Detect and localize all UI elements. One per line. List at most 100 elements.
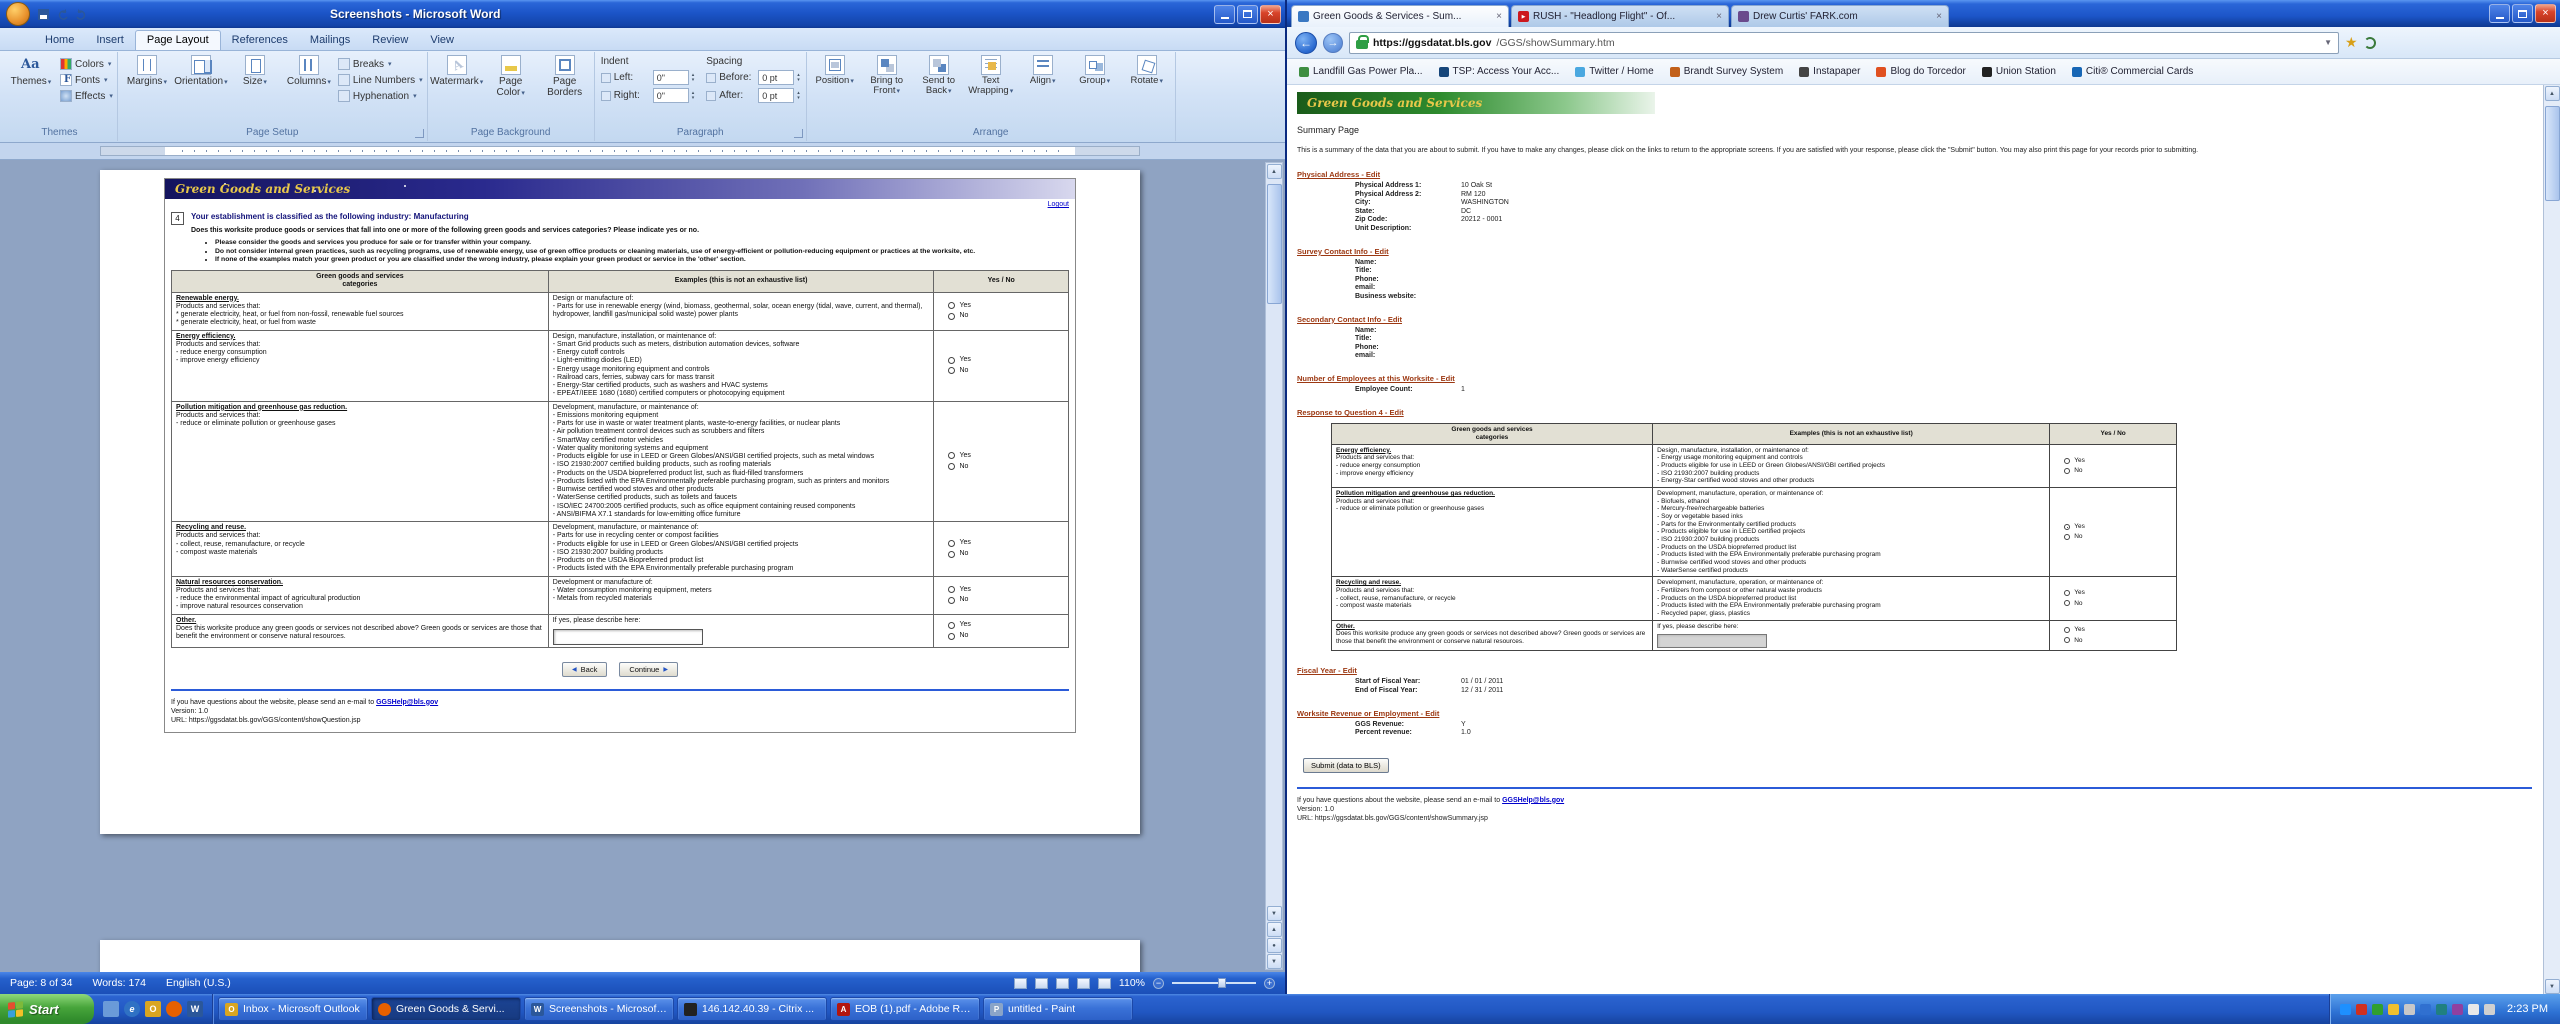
close-button[interactable]: × [2535, 4, 2556, 23]
ribbon-tab[interactable]: Review [361, 31, 419, 50]
back-button[interactable]: ← [1295, 32, 1317, 54]
ribbon-tab[interactable]: View [419, 31, 465, 50]
maximize-button[interactable] [2512, 4, 2533, 23]
quick-launch-icon[interactable] [145, 1001, 161, 1017]
refresh-icon[interactable] [2364, 37, 2376, 49]
close-button[interactable]: × [1260, 5, 1281, 24]
zoom-level[interactable]: 110% [1119, 977, 1145, 989]
themes-button[interactable]: Themes▾ [6, 53, 56, 89]
browser-tab[interactable]: Drew Curtis' FARK.com × [1731, 5, 1949, 27]
quick-launch-icon[interactable] [187, 1001, 203, 1017]
tray-icon[interactable] [2484, 1004, 2495, 1015]
horizontal-ruler[interactable] [0, 143, 1285, 160]
margins-button[interactable]: Margins▾ [122, 53, 172, 89]
spacing-after-spinner[interactable]: After:0 pt▴▾ [706, 88, 800, 103]
quick-launch-icon[interactable] [124, 1001, 140, 1017]
browser-tab[interactable]: RUSH - "Headlong Flight" - Of... × [1511, 5, 1729, 27]
text-wrapping-button[interactable]: Text Wrapping▾ [967, 53, 1015, 98]
favorites-item[interactable]: Blog do Torcedor [1876, 66, 1965, 77]
maximize-button[interactable] [1237, 5, 1258, 24]
tray-icon[interactable] [2452, 1004, 2463, 1015]
favorites-item[interactable]: Citi® Commercial Cards [2072, 66, 2193, 77]
favorites-item[interactable]: Brandt Survey System [1670, 66, 1783, 77]
scroll-up-icon[interactable]: ▲ [1267, 164, 1282, 179]
columns-button[interactable]: Columns▾ [284, 53, 334, 89]
zoom-slider[interactable] [1172, 982, 1256, 984]
tray-icon[interactable] [2404, 1004, 2415, 1015]
taskbar-window-button[interactable]: Green Goods & Servi... [371, 997, 521, 1021]
dialog-launcher-icon[interactable] [794, 129, 803, 138]
favorites-item[interactable]: Landfill Gas Power Pla... [1299, 66, 1423, 77]
taskbar-window-button[interactable]: 146.142.40.39 - Citrix ... [677, 997, 827, 1021]
secondary-contact-edit-link[interactable]: Secondary Contact Info - Edit [1297, 315, 1402, 324]
print-layout-view-icon[interactable] [1014, 978, 1027, 989]
theme-fonts-button[interactable]: Fonts▾ [60, 74, 113, 86]
outline-view-icon[interactable] [1077, 978, 1090, 989]
zoom-in-icon[interactable]: + [1264, 978, 1275, 989]
quick-launch-icon[interactable] [166, 1001, 182, 1017]
orientation-button[interactable]: Orientation▾ [176, 53, 226, 89]
tray-icon[interactable] [2420, 1004, 2431, 1015]
status-words[interactable]: Words: 174 [92, 977, 146, 989]
web-layout-view-icon[interactable] [1056, 978, 1069, 989]
no-radio[interactable]: No [2064, 467, 2172, 475]
ggshelp-email-link[interactable]: GGSHelp@bls.gov [1502, 797, 1564, 804]
favorites-item[interactable]: Instapaper [1799, 66, 1860, 77]
tray-icon[interactable] [2468, 1004, 2479, 1015]
zoom-slider-thumb[interactable] [1218, 978, 1226, 988]
bookmark-star-icon[interactable]: ★ [2345, 34, 2358, 51]
browse-object-icon[interactable]: ● [1267, 938, 1282, 953]
favorites-item[interactable]: Union Station [1982, 66, 2056, 77]
address-dropdown-icon[interactable]: ▼ [2324, 38, 2332, 47]
ribbon-tab[interactable]: References [221, 31, 299, 50]
theme-colors-button[interactable]: Colors▾ [60, 58, 113, 70]
align-button[interactable]: Align▾ [1019, 53, 1067, 88]
submit-button[interactable]: Submit (data to BLS) [1303, 758, 1389, 773]
scroll-thumb[interactable] [2545, 106, 2560, 201]
scroll-up-icon[interactable]: ▲ [2545, 86, 2560, 101]
rotate-button[interactable]: Rotate▾ [1123, 53, 1171, 88]
minimize-button[interactable] [1214, 5, 1235, 24]
document-page-next[interactable] [100, 940, 1140, 972]
yes-radio[interactable]: Yes [2064, 457, 2172, 465]
zoom-out-icon[interactable]: − [1153, 978, 1164, 989]
scroll-down-icon[interactable]: ▼ [2545, 979, 2560, 994]
watermark-button[interactable]: Watermark▾ [432, 53, 482, 89]
tray-icon[interactable] [2372, 1004, 2383, 1015]
ribbon-tab[interactable]: Mailings [299, 31, 361, 50]
ribbon-tab[interactable]: Home [34, 31, 85, 50]
tab-close-icon[interactable]: × [1936, 11, 1942, 22]
fiscal-year-edit-link[interactable]: Fiscal Year - Edit [1297, 666, 1357, 675]
tray-icon[interactable] [2436, 1004, 2447, 1015]
document-page[interactable]: Green Goods and Services Logout 4 Your e… [100, 170, 1140, 834]
tab-close-icon[interactable]: × [1496, 11, 1502, 22]
employees-edit-link[interactable]: Number of Employees at this Worksite - E… [1297, 374, 1455, 383]
page-color-button[interactable]: Page Color▾ [486, 53, 536, 100]
line-numbers-button[interactable]: Line Numbers▾ [338, 74, 423, 86]
address-bar[interactable]: https://ggsdatat.bls.gov/GGS/showSummary… [1349, 32, 2339, 54]
taskbar-window-button[interactable]: untitled - Paint [983, 997, 1133, 1021]
full-screen-view-icon[interactable] [1035, 978, 1048, 989]
other-description-input[interactable] [1657, 634, 1767, 648]
hyphenation-button[interactable]: Hyphenation▾ [338, 90, 423, 102]
status-page[interactable]: Page: 8 of 34 [10, 977, 72, 989]
redo-icon[interactable] [74, 7, 89, 22]
undo-icon[interactable] [55, 7, 70, 22]
taskbar-window-button[interactable]: Screenshots - Microsoft... [524, 997, 674, 1021]
minimize-button[interactable] [2489, 4, 2510, 23]
scroll-thumb[interactable] [1267, 184, 1282, 304]
spacing-before-spinner[interactable]: Before:0 pt▴▾ [706, 70, 800, 85]
quick-launch-icon[interactable] [103, 1001, 119, 1017]
yes-radio[interactable]: Yes [2064, 589, 2172, 597]
status-language[interactable]: English (U.S.) [166, 977, 231, 989]
position-button[interactable]: Position▾ [811, 53, 859, 88]
taskbar-window-button[interactable]: EOB (1).pdf - Adobe Re... [830, 997, 980, 1021]
yes-radio[interactable]: Yes [2064, 626, 2172, 634]
tray-icon[interactable] [2340, 1004, 2351, 1015]
start-button[interactable]: Start [0, 994, 94, 1024]
save-icon[interactable] [36, 7, 51, 22]
size-button[interactable]: Size▾ [230, 53, 280, 89]
previous-page-icon[interactable]: ▲ [1267, 922, 1282, 937]
page-scrollbar[interactable]: ▲ ▼ [2543, 85, 2560, 994]
page-borders-button[interactable]: Page Borders [540, 53, 590, 100]
